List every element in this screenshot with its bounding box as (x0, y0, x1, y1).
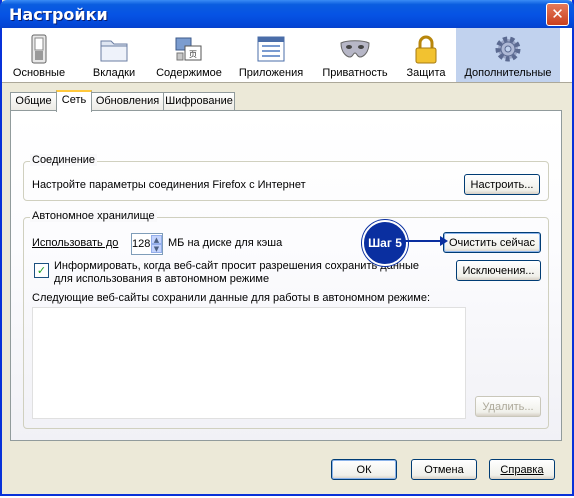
spin-down-icon[interactable]: ▼ (151, 244, 162, 253)
toolbar-item-label: Вкладки (92, 67, 136, 79)
tab-updates[interactable]: Обновления (91, 92, 164, 110)
notify-text-line2: для использования в автономном режиме (54, 273, 270, 285)
network-panel: Соединение Настройте параметры соединени… (10, 110, 562, 441)
tab-encryption[interactable]: Шифрование (163, 92, 235, 110)
exceptions-button[interactable]: Исключения... (456, 260, 541, 281)
toolbar-item-label: Приватность (322, 67, 388, 79)
svg-text:页: 页 (189, 50, 197, 59)
connection-text: Настройте параметры соединения Firefox с… (32, 179, 306, 191)
cache-label: Использовать до (32, 237, 119, 249)
gear-icon (495, 36, 521, 62)
help-button[interactable]: Справка (489, 459, 555, 480)
offline-legend: Автономное хранилище (30, 210, 157, 222)
connection-group: Соединение Настройте параметры соединени… (23, 154, 549, 201)
toolbar-item-label: Основные (12, 67, 66, 79)
toolbar-item-label: Защита (406, 67, 446, 79)
preferences-toolbar: Основные Вкладки 页 Содержимое Приложения… (2, 28, 572, 83)
connection-legend: Соединение (30, 154, 98, 166)
tab-network[interactable]: Сеть (56, 90, 92, 112)
toolbar-item-label: Содержимое (156, 67, 222, 79)
spin-up-icon[interactable]: ▲ (151, 235, 162, 244)
offline-sites-label: Следующие веб-сайты сохранили данные для… (32, 292, 431, 304)
toolbar-item-tabs[interactable]: Вкладки (78, 28, 150, 82)
tab-general[interactable]: Общие (10, 92, 57, 110)
cache-size-spinner[interactable]: 128 ▲ ▼ (131, 233, 163, 255)
mask-icon (340, 40, 370, 58)
arrow-icon (404, 236, 448, 246)
offline-sites-list[interactable] (32, 307, 466, 419)
toolbar-item-security[interactable]: Защита (400, 28, 452, 82)
cancel-button[interactable]: Отмена (411, 459, 477, 480)
toolbar-item-content[interactable]: 页 Содержимое (152, 28, 226, 82)
settings-window: Настройки ✕ Основные Вкладки 页 Содержимо… (0, 0, 574, 496)
connection-settings-button[interactable]: Настроить... (464, 174, 540, 195)
content-icon: 页 (175, 37, 202, 61)
notify-text-line1: Информировать, когда веб-сайт просит раз… (54, 260, 419, 272)
step-annotation: Шаг 5 (362, 220, 408, 266)
lock-icon (415, 35, 437, 64)
cache-size-value: 128 (132, 238, 151, 250)
offline-storage-group: Автономное хранилище Использовать до 128… (23, 210, 549, 429)
delete-button[interactable]: Удалить... (475, 396, 541, 417)
title-bar: Настройки ✕ (0, 0, 574, 30)
switch-icon (31, 34, 47, 64)
toolbar-item-label: Дополнительные (464, 67, 552, 79)
toolbar-item-main[interactable]: Основные (4, 28, 74, 82)
ok-button[interactable]: ОК (331, 459, 397, 480)
toolbar-item-privacy[interactable]: Приватность (316, 28, 394, 82)
clear-now-button[interactable]: Очистить сейчас (443, 232, 541, 253)
toolbar-item-applications[interactable]: Приложения (234, 28, 308, 82)
cache-unit-label: МБ на диске для кэша (168, 237, 283, 249)
notify-checkbox[interactable]: ✓ (34, 263, 49, 278)
window-title: Настройки (9, 5, 108, 24)
folder-icon (100, 40, 128, 62)
toolbar-item-advanced[interactable]: Дополнительные (456, 28, 560, 82)
close-button[interactable]: ✕ (546, 3, 569, 26)
applications-icon (257, 36, 285, 62)
toolbar-item-label: Приложения (238, 67, 304, 79)
